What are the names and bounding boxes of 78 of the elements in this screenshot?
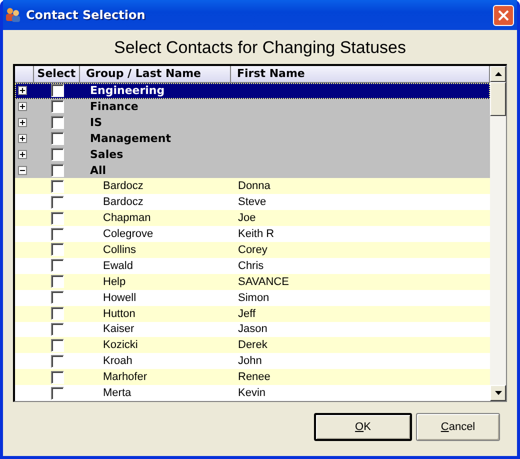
- table-cell-text: Marhofer: [102, 371, 148, 384]
- table-cell-text: Bardocz: [102, 180, 144, 192]
- table-cell-text: Jason: [237, 323, 268, 336]
- table-cell-text: Merta: [102, 387, 132, 400]
- scroll-thumb[interactable]: [490, 82, 506, 116]
- checkbox[interactable]: [50, 291, 64, 304]
- table-cell-text: Renee: [237, 371, 272, 384]
- table-cell-text: Collins: [102, 244, 138, 256]
- expand-icon[interactable]: [18, 134, 27, 144]
- group-name: Finance: [89, 100, 140, 114]
- table-cell-text: John: [237, 355, 263, 368]
- table-cell-text: Donna: [237, 180, 272, 192]
- down-arrow-icon: [494, 391, 502, 395]
- table-cell-text: Kevin: [237, 387, 267, 400]
- checkbox[interactable]: [50, 180, 64, 193]
- checkbox[interactable]: [50, 275, 64, 288]
- checkbox[interactable]: [50, 386, 64, 400]
- checkbox[interactable]: [50, 370, 64, 384]
- table-cell-text: Kozicki: [102, 339, 139, 352]
- window-title: Contact Selection: [26, 8, 146, 22]
- table-cell-text: Howell: [102, 292, 138, 304]
- checkbox[interactable]: [50, 228, 64, 241]
- table-cell-text: Joe: [237, 212, 257, 224]
- close-icon: [498, 10, 509, 20]
- cancel-button[interactable]: Cancel: [416, 413, 500, 441]
- close-button[interactable]: [493, 4, 514, 26]
- checkbox[interactable]: [50, 212, 64, 225]
- scroll-down-button[interactable]: [490, 385, 506, 401]
- checkbox[interactable]: [50, 132, 64, 146]
- group-row[interactable]: Finance: [15, 98, 490, 115]
- checkbox[interactable]: [50, 322, 64, 336]
- dialog-heading: Select Contacts for Changing Statuses: [113, 37, 407, 59]
- people-icon: [5, 7, 21, 23]
- table-cell-text: Steve: [237, 196, 268, 208]
- group-row[interactable]: Engineering: [15, 82, 490, 99]
- expand-icon[interactable]: [18, 118, 27, 128]
- table-cell-text: Simon: [237, 292, 270, 304]
- expand-icon[interactable]: [18, 150, 27, 159]
- checkbox[interactable]: [50, 354, 64, 368]
- checkbox[interactable]: [50, 307, 64, 320]
- checkbox[interactable]: [50, 259, 64, 272]
- checkbox[interactable]: [50, 338, 64, 352]
- checkbox[interactable]: [50, 243, 64, 256]
- group-row[interactable]: IS: [15, 114, 490, 131]
- group-name: Engineering: [89, 84, 166, 98]
- group-row[interactable]: Sales: [15, 146, 490, 162]
- group-name: IS: [89, 116, 104, 130]
- table-cell-text: Corey: [237, 244, 268, 256]
- checkbox[interactable]: [50, 100, 64, 114]
- table-cell-text: Chapman: [102, 212, 152, 224]
- up-arrow-icon: [494, 72, 502, 76]
- checkbox[interactable]: [50, 116, 64, 130]
- ok-button[interactable]: OK: [314, 413, 412, 441]
- group-name: All: [89, 164, 108, 177]
- checkbox[interactable]: [50, 164, 64, 177]
- table-cell-text: Keith R: [237, 228, 276, 240]
- expand-icon[interactable]: [18, 102, 27, 112]
- group-name: Sales: [89, 148, 124, 161]
- table-cell-text: Kroah: [102, 355, 134, 368]
- group-name: Management: [89, 132, 172, 146]
- table-cell-text: Ewald: [102, 260, 134, 272]
- table-cell-text: Bardocz: [102, 196, 144, 208]
- checkbox[interactable]: [50, 84, 64, 98]
- table-cell-text: Colegrove: [102, 228, 154, 240]
- table-cell-text: Help: [102, 276, 127, 288]
- group-row[interactable]: All: [15, 162, 490, 178]
- expand-icon[interactable]: [18, 86, 27, 96]
- table-cell-text: SAVANCE: [237, 276, 290, 288]
- table-cell-text: Jeff: [237, 308, 257, 320]
- group-row[interactable]: Management: [15, 130, 490, 147]
- table-cell-text: Derek: [237, 339, 268, 352]
- collapse-icon[interactable]: [18, 166, 27, 175]
- checkbox[interactable]: [50, 148, 64, 161]
- scroll-up-button[interactable]: [490, 66, 506, 82]
- checkbox[interactable]: [50, 196, 64, 209]
- table-cell-text: Chris: [237, 260, 265, 272]
- table-cell-text: Hutton: [102, 308, 136, 320]
- table-cell-text: Kaiser: [102, 323, 136, 336]
